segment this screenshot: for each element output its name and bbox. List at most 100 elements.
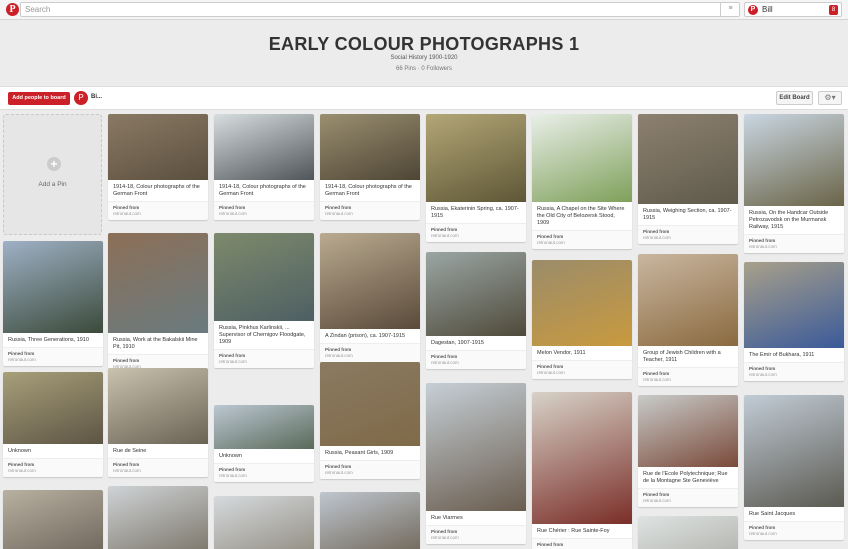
- pin-image[interactable]: [214, 496, 314, 549]
- pin-card[interactable]: The Emir of Bukhara, 1911 Pinned from retr…: [744, 262, 844, 381]
- pin-image[interactable]: [3, 241, 103, 333]
- menu-icon[interactable]: ≡: [720, 2, 740, 17]
- pin-source[interactable]: Pinned fromretronaut.com: [320, 460, 420, 479]
- pin-source[interactable]: Pinned fromretronaut.com: [426, 223, 526, 242]
- pin-card[interactable]: [108, 486, 208, 549]
- pin-card[interactable]: [320, 492, 420, 549]
- source-domain[interactable]: retronaut.com: [749, 531, 839, 537]
- pin-image[interactable]: [320, 492, 420, 549]
- pin-image[interactable]: [426, 252, 526, 336]
- pin-card[interactable]: Rue Saint Jacques Pinned from retronaut.co…: [744, 395, 844, 540]
- source-domain[interactable]: retronaut.com: [643, 235, 733, 241]
- source-domain[interactable]: retronaut.com: [431, 535, 521, 541]
- pin-image[interactable]: [532, 114, 632, 202]
- pin-source[interactable]: Pinned fromretronaut.com: [532, 230, 632, 249]
- source-domain[interactable]: retronaut.com: [431, 360, 521, 366]
- collaborator-avatar[interactable]: P: [74, 91, 88, 105]
- source-domain[interactable]: retronaut.com: [749, 244, 839, 250]
- pin-image[interactable]: [426, 383, 526, 511]
- source-domain[interactable]: retronaut.com: [8, 468, 98, 474]
- pin-source[interactable]: Pinned fromretronaut.com: [426, 350, 526, 369]
- source-domain[interactable]: retronaut.com: [325, 353, 415, 359]
- pin-card[interactable]: Russia, Work at the Bakalskii Mine Pit, …: [108, 233, 208, 373]
- pin-image[interactable]: [3, 372, 103, 444]
- pin-card[interactable]: Melon Vendor, 1911 Pinned from retronaut.c…: [532, 260, 632, 379]
- user-menu-button[interactable]: P Bill 8: [744, 2, 842, 17]
- pin-source[interactable]: Pinned fromretronaut.com: [744, 234, 844, 253]
- pin-card[interactable]: Rue de Seine Pinned from retronaut.com: [108, 368, 208, 477]
- pin-image[interactable]: [744, 114, 844, 206]
- source-domain[interactable]: retronaut.com: [219, 359, 309, 365]
- pin-image[interactable]: [638, 516, 738, 549]
- source-domain[interactable]: retronaut.com: [431, 233, 521, 239]
- pin-card[interactable]: [638, 516, 738, 549]
- pin-card[interactable]: Unknown Pinned from retronaut.com: [3, 372, 103, 477]
- source-domain[interactable]: retronaut.com: [113, 468, 203, 474]
- pin-source[interactable]: Pinned fromretronaut.com: [426, 525, 526, 544]
- pin-card[interactable]: Russia, A Chapel on the Site Where the O…: [532, 114, 632, 249]
- pin-source[interactable]: Pinned fromretronaut.com: [532, 360, 632, 379]
- pin-image[interactable]: [108, 114, 208, 180]
- pin-image[interactable]: [532, 392, 632, 524]
- pin-source[interactable]: Pinned fromretronaut.com: [320, 201, 420, 220]
- source-domain[interactable]: retronaut.com: [325, 470, 415, 476]
- pin-source[interactable]: Pinned fromretronaut.com: [532, 538, 632, 549]
- pin-card[interactable]: 1914-18, Colour photographs of the Germa…: [320, 114, 420, 220]
- pin-source[interactable]: Pinned fromretronaut.com: [638, 225, 738, 244]
- source-domain[interactable]: retronaut.com: [537, 240, 627, 246]
- pin-card[interactable]: Russia, Ekaterinin Spring, ca. 1907-1915…: [426, 114, 526, 242]
- pin-source[interactable]: Pinned fromretronaut.com: [320, 343, 420, 362]
- pin-card[interactable]: [3, 490, 103, 549]
- pin-source[interactable]: Pinned fromretronaut.com: [744, 362, 844, 381]
- notification-badge[interactable]: 8: [829, 5, 838, 15]
- pin-image[interactable]: [214, 233, 314, 321]
- pin-image[interactable]: [214, 405, 314, 449]
- pin-image[interactable]: [638, 395, 738, 467]
- pin-image[interactable]: [320, 362, 420, 446]
- pin-card[interactable]: Rue Chérier : Rue Sainte-Foy Pinned fromr…: [532, 392, 632, 549]
- pin-source[interactable]: Pinned fromretronaut.com: [214, 349, 314, 368]
- pin-card[interactable]: Dagestan, 1907-1915 Pinned from retronaut.…: [426, 252, 526, 369]
- pin-card[interactable]: Unknown Pinned from retronaut.com: [214, 405, 314, 482]
- pin-card[interactable]: A Zindan (prison), ca. 1907-1915 Pinned f…: [320, 233, 420, 362]
- pin-card[interactable]: Russia, Three Generations, 1910 Pinned fr…: [3, 241, 103, 366]
- pin-card[interactable]: 1914-18, Colour photographs of the Germa…: [214, 114, 314, 220]
- source-domain[interactable]: retronaut.com: [749, 372, 839, 378]
- source-domain[interactable]: retronaut.com: [643, 377, 733, 383]
- pin-image[interactable]: [108, 233, 208, 333]
- search-input[interactable]: Search: [20, 2, 740, 17]
- pin-card[interactable]: Russia, Pinkhus Karlinskii, ... Supervis…: [214, 233, 314, 368]
- pin-image[interactable]: [108, 368, 208, 444]
- pin-image[interactable]: [214, 114, 314, 180]
- gear-icon[interactable]: ⚙▾: [818, 91, 842, 105]
- pin-source[interactable]: Pinned fromretronaut.com: [3, 458, 103, 477]
- source-domain[interactable]: retronaut.com: [113, 211, 203, 217]
- source-domain[interactable]: retronaut.com: [325, 211, 415, 217]
- source-domain[interactable]: retronaut.com: [537, 370, 627, 376]
- pin-card[interactable]: Russia, Weighing Section, ca. 1907-1915 P…: [638, 114, 738, 244]
- pin-card[interactable]: Rue de l'Ecole Polytechnique; Rue de la …: [638, 395, 738, 507]
- board-stats[interactable]: 66 Pins · 0 Followers: [0, 66, 848, 72]
- pin-image[interactable]: [532, 260, 632, 346]
- edit-board-button[interactable]: Edit Board: [776, 91, 813, 105]
- pin-image[interactable]: [638, 254, 738, 346]
- pin-image[interactable]: [320, 233, 420, 329]
- pin-source[interactable]: Pinned fromretronaut.com: [108, 458, 208, 477]
- pin-card[interactable]: Russia, Peasant Girls, 1909 Pinned from re…: [320, 362, 420, 479]
- pin-card[interactable]: Rue Viarmes Pinned from retronaut.com: [426, 383, 526, 544]
- pin-source[interactable]: Pinned fromretronaut.com: [3, 347, 103, 366]
- pin-image[interactable]: [744, 395, 844, 507]
- pin-image[interactable]: [320, 114, 420, 180]
- pin-card[interactable]: [214, 496, 314, 549]
- add-people-button[interactable]: Add people to board: [8, 92, 70, 105]
- pin-card[interactable]: 1914-18, Colour photographs of the Germa…: [108, 114, 208, 220]
- pin-source[interactable]: Pinned fromretronaut.com: [108, 201, 208, 220]
- pin-card[interactable]: Russia, On the Handcar Outside Petrozavo…: [744, 114, 844, 253]
- pinterest-logo-icon[interactable]: P: [6, 3, 19, 16]
- pin-image[interactable]: [108, 486, 208, 549]
- pin-card[interactable]: Group of Jewish Children with a Teacher,…: [638, 254, 738, 386]
- pin-source[interactable]: Pinned fromretronaut.com: [638, 367, 738, 386]
- pin-source[interactable]: Pinned fromretronaut.com: [214, 201, 314, 220]
- pin-source[interactable]: Pinned fromretronaut.com: [744, 521, 844, 540]
- source-domain[interactable]: retronaut.com: [643, 498, 733, 504]
